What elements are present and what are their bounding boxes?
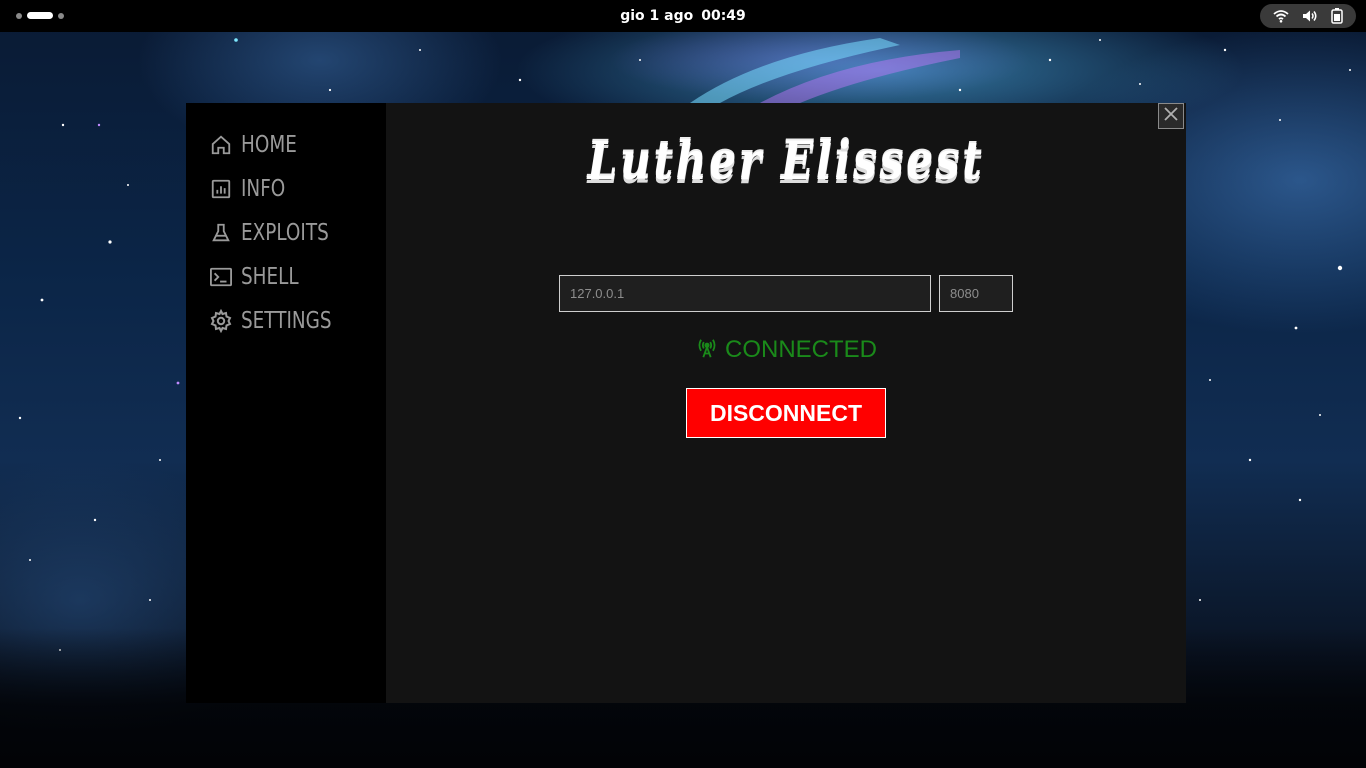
close-icon — [1163, 106, 1179, 126]
logo-text: Luther Elissest — [587, 130, 985, 192]
nav-item-exploits[interactable]: EXPLOITS — [208, 217, 351, 249]
nav-label-settings: SETTINGS — [241, 308, 332, 334]
wifi-icon — [1273, 9, 1289, 23]
nav-label-exploits: EXPLOITS — [241, 220, 329, 246]
clock[interactable]: gio 1 ago 00:49 — [0, 0, 1366, 32]
clock-date: gio 1 ago — [620, 8, 694, 24]
volume-icon — [1302, 9, 1318, 23]
app-window: HOME INFO EXPLOITS SHELL SETTINGS Luther… — [186, 103, 1186, 703]
connection-status: CONNECTED — [696, 335, 877, 365]
nav-label-info: INFO — [241, 176, 286, 202]
status-label: CONNECTED — [725, 336, 878, 363]
home-icon — [208, 132, 234, 158]
chart-icon — [208, 176, 234, 202]
nav-item-shell[interactable]: SHELL — [208, 261, 313, 293]
antenna-icon — [696, 337, 718, 363]
top-bar: gio 1 ago 00:49 — [0, 0, 1366, 32]
disconnect-button[interactable]: DISCONNECT — [686, 388, 886, 438]
nav-item-info[interactable]: INFO — [208, 173, 296, 205]
sidebar: HOME INFO EXPLOITS SHELL SETTINGS — [186, 103, 386, 703]
ip-address-input[interactable] — [559, 275, 931, 312]
nav-item-home[interactable]: HOME — [208, 129, 311, 161]
nav-label-home: HOME — [241, 132, 297, 158]
app-logo: Luther Elissest — [586, 119, 986, 203]
clock-time: 00:49 — [701, 8, 746, 24]
nav-item-settings[interactable]: SETTINGS — [208, 305, 354, 337]
port-input[interactable] — [939, 275, 1013, 312]
battery-icon — [1331, 8, 1343, 24]
terminal-icon — [208, 264, 234, 290]
nav-label-shell: SHELL — [241, 264, 299, 290]
gear-icon — [208, 308, 234, 334]
system-tray[interactable] — [1260, 4, 1356, 28]
close-button[interactable] — [1158, 103, 1184, 129]
flask-icon — [208, 220, 234, 246]
